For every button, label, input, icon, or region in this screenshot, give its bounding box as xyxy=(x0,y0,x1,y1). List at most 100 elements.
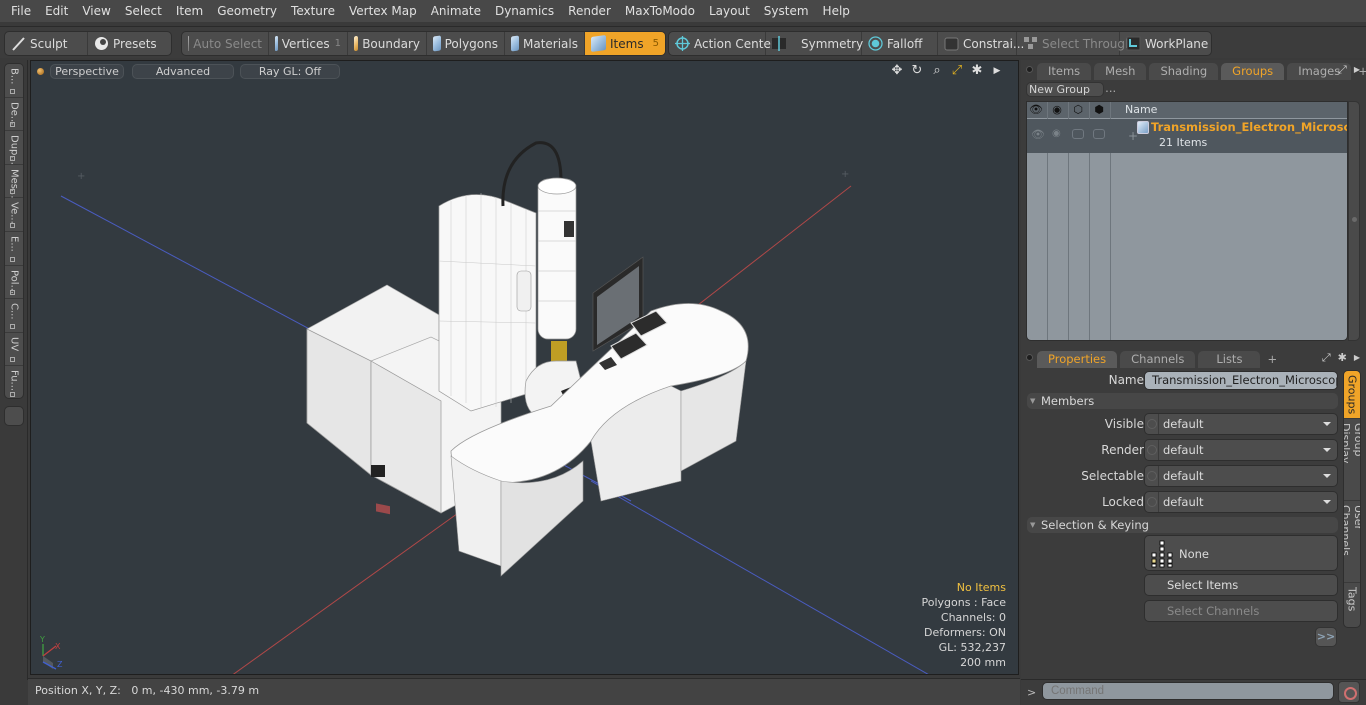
menu-help[interactable]: Help xyxy=(816,0,857,22)
presets-button[interactable]: Presets xyxy=(88,32,171,55)
locked-select[interactable]: default xyxy=(1144,491,1338,513)
selectable-keyframe-dot[interactable] xyxy=(1145,466,1159,486)
locked-keyframe-dot[interactable] xyxy=(1145,492,1159,512)
render-toggle[interactable]: ◉ xyxy=(1052,128,1061,139)
falloff-button[interactable]: Falloff xyxy=(862,32,938,55)
symmetry-button[interactable]: Symmetry xyxy=(766,32,863,55)
select-channels-button[interactable]: Select Channels xyxy=(1144,600,1338,622)
panel-options-dot[interactable] xyxy=(1026,66,1033,73)
workplane-button[interactable]: WorkPlane xyxy=(1120,32,1211,55)
members-section[interactable]: Members xyxy=(1027,393,1338,409)
expand-icon[interactable]: ⤢ xyxy=(1322,351,1331,365)
menu-edit[interactable]: Edit xyxy=(38,0,75,22)
menu-select[interactable]: Select xyxy=(118,0,169,22)
left-strip-extra-button[interactable] xyxy=(4,406,24,426)
left-tab-duplicate[interactable]: Dup... xyxy=(5,131,23,165)
raygl-button[interactable]: Ray GL: Off xyxy=(240,63,340,79)
add-tab-button[interactable]: + xyxy=(1263,351,1281,368)
action-center-button[interactable]: Action Center xyxy=(669,32,776,55)
side-tab-tags[interactable]: Tags xyxy=(1344,583,1360,627)
select-items-button[interactable]: Select Items xyxy=(1144,574,1338,596)
selection-keying-section[interactable]: Selection & Keying xyxy=(1027,517,1338,533)
left-tab-mesh-edit[interactable]: Mes... xyxy=(5,165,23,199)
selectable-select[interactable]: default xyxy=(1144,465,1338,487)
group-name-input[interactable]: Transmission_Electron_Microscope_Wi xyxy=(1144,371,1338,390)
menu-file[interactable]: File xyxy=(4,0,38,22)
tab-items[interactable]: Items xyxy=(1037,63,1092,80)
visibility-toggle[interactable]: 👁 xyxy=(1031,128,1045,141)
tab-groups[interactable]: Groups xyxy=(1221,63,1285,80)
shading-mode-button[interactable]: Advanced xyxy=(132,63,234,79)
side-tab-user-channels[interactable]: User Channels xyxy=(1344,501,1360,583)
move-icon[interactable]: ✥ xyxy=(890,64,904,78)
menu-render[interactable]: Render xyxy=(561,0,618,22)
menu-dynamics[interactable]: Dynamics xyxy=(488,0,561,22)
left-tab-fusion[interactable]: Fu... xyxy=(5,366,23,398)
render-keyframe-dot[interactable] xyxy=(1145,440,1159,460)
menu-texture[interactable]: Texture xyxy=(284,0,342,22)
left-tab-uv[interactable]: UV xyxy=(5,333,23,367)
zoom-icon[interactable]: ⌕ xyxy=(930,64,944,78)
expand-icon[interactable]: ⤢ xyxy=(1338,63,1347,77)
left-tab-deform[interactable]: De... xyxy=(5,98,23,132)
microscope-model[interactable] xyxy=(306,141,749,577)
tab-channels[interactable]: Channels xyxy=(1120,351,1196,368)
left-tab-vertex[interactable]: Ve... xyxy=(5,198,23,232)
command-input[interactable] xyxy=(1042,682,1334,700)
menu-animate[interactable]: Animate xyxy=(424,0,488,22)
auto-select-button[interactable]: Auto Select xyxy=(182,32,269,55)
groups-list-scrollbar[interactable] xyxy=(1348,101,1360,341)
name-column-header[interactable]: Name xyxy=(1125,103,1157,116)
render-select[interactable]: default xyxy=(1144,439,1338,461)
tab-shading[interactable]: Shading xyxy=(1149,63,1219,80)
settings-icon[interactable]: ✱ xyxy=(970,64,984,78)
rotate-icon[interactable]: ↻ xyxy=(910,64,924,78)
select-toggle[interactable] xyxy=(1093,129,1105,139)
eye-icon[interactable]: 👁 xyxy=(1029,103,1043,117)
tab-lists[interactable]: Lists xyxy=(1198,351,1261,368)
panel-options-dot[interactable] xyxy=(1026,354,1033,361)
3d-viewport[interactable]: + + Y X Z Perspective Advanced Ray GL: O… xyxy=(30,60,1019,675)
record-macro-button[interactable] xyxy=(1338,681,1360,703)
left-tab-edge[interactable]: E... xyxy=(5,232,23,266)
left-tab-basic[interactable]: B... xyxy=(5,64,23,98)
select-through-button[interactable]: Select Through xyxy=(1017,32,1133,55)
materials-button[interactable]: Materials xyxy=(505,32,585,55)
lock-toggle[interactable] xyxy=(1072,129,1084,139)
view-mode-button[interactable]: Perspective xyxy=(50,63,124,79)
side-tab-groups[interactable]: Groups xyxy=(1344,371,1360,419)
gear-icon[interactable]: ✱ xyxy=(1338,351,1347,365)
group-row[interactable]: 👁 ◉ + Transmission_Electron_Microsc ... … xyxy=(1027,119,1347,153)
lock-cube-icon[interactable]: ⬡ xyxy=(1071,103,1085,117)
left-tab-polygon[interactable]: Pol... xyxy=(5,266,23,300)
polygons-button[interactable]: Polygons xyxy=(427,32,505,55)
menu-system[interactable]: System xyxy=(757,0,816,22)
new-group-button[interactable]: New Group xyxy=(1026,82,1104,97)
menu-item[interactable]: Item xyxy=(169,0,210,22)
menu-layout[interactable]: Layout xyxy=(702,0,757,22)
left-tab-curve[interactable]: C... xyxy=(5,299,23,333)
select-cube-icon[interactable]: ⬢ xyxy=(1092,103,1106,117)
none-selection-button[interactable]: None xyxy=(1144,535,1338,571)
more-icon[interactable]: ▶ xyxy=(1354,351,1360,365)
group-name[interactable]: Transmission_Electron_Microsc ... xyxy=(1151,120,1347,134)
menu-geometry[interactable]: Geometry xyxy=(210,0,284,22)
menu-maxtomodo[interactable]: MaxToModo xyxy=(618,0,702,22)
more-icon[interactable]: ▶ xyxy=(1354,63,1360,77)
constraints-button[interactable]: Constrai... xyxy=(938,32,1024,55)
side-tab-group-display[interactable]: Group Display xyxy=(1344,419,1360,501)
boundary-button[interactable]: Boundary xyxy=(348,32,427,55)
more-options-button[interactable]: >> xyxy=(1315,627,1337,647)
more-icon[interactable]: ▶ xyxy=(990,64,1004,78)
items-button[interactable]: Items 5 xyxy=(585,32,665,55)
tab-properties[interactable]: Properties xyxy=(1037,351,1118,368)
visible-keyframe-dot[interactable] xyxy=(1145,414,1159,434)
menu-vertex-map[interactable]: Vertex Map xyxy=(342,0,424,22)
vertices-button[interactable]: Vertices 1 xyxy=(269,32,348,55)
render-icon[interactable]: ◉ xyxy=(1050,103,1064,117)
sculpt-button[interactable]: Sculpt xyxy=(5,32,88,55)
visible-select[interactable]: default xyxy=(1144,413,1338,435)
viewport-options-dot[interactable] xyxy=(37,67,44,75)
maximize-icon[interactable]: ⤢ xyxy=(950,64,964,78)
menu-view[interactable]: View xyxy=(75,0,117,22)
